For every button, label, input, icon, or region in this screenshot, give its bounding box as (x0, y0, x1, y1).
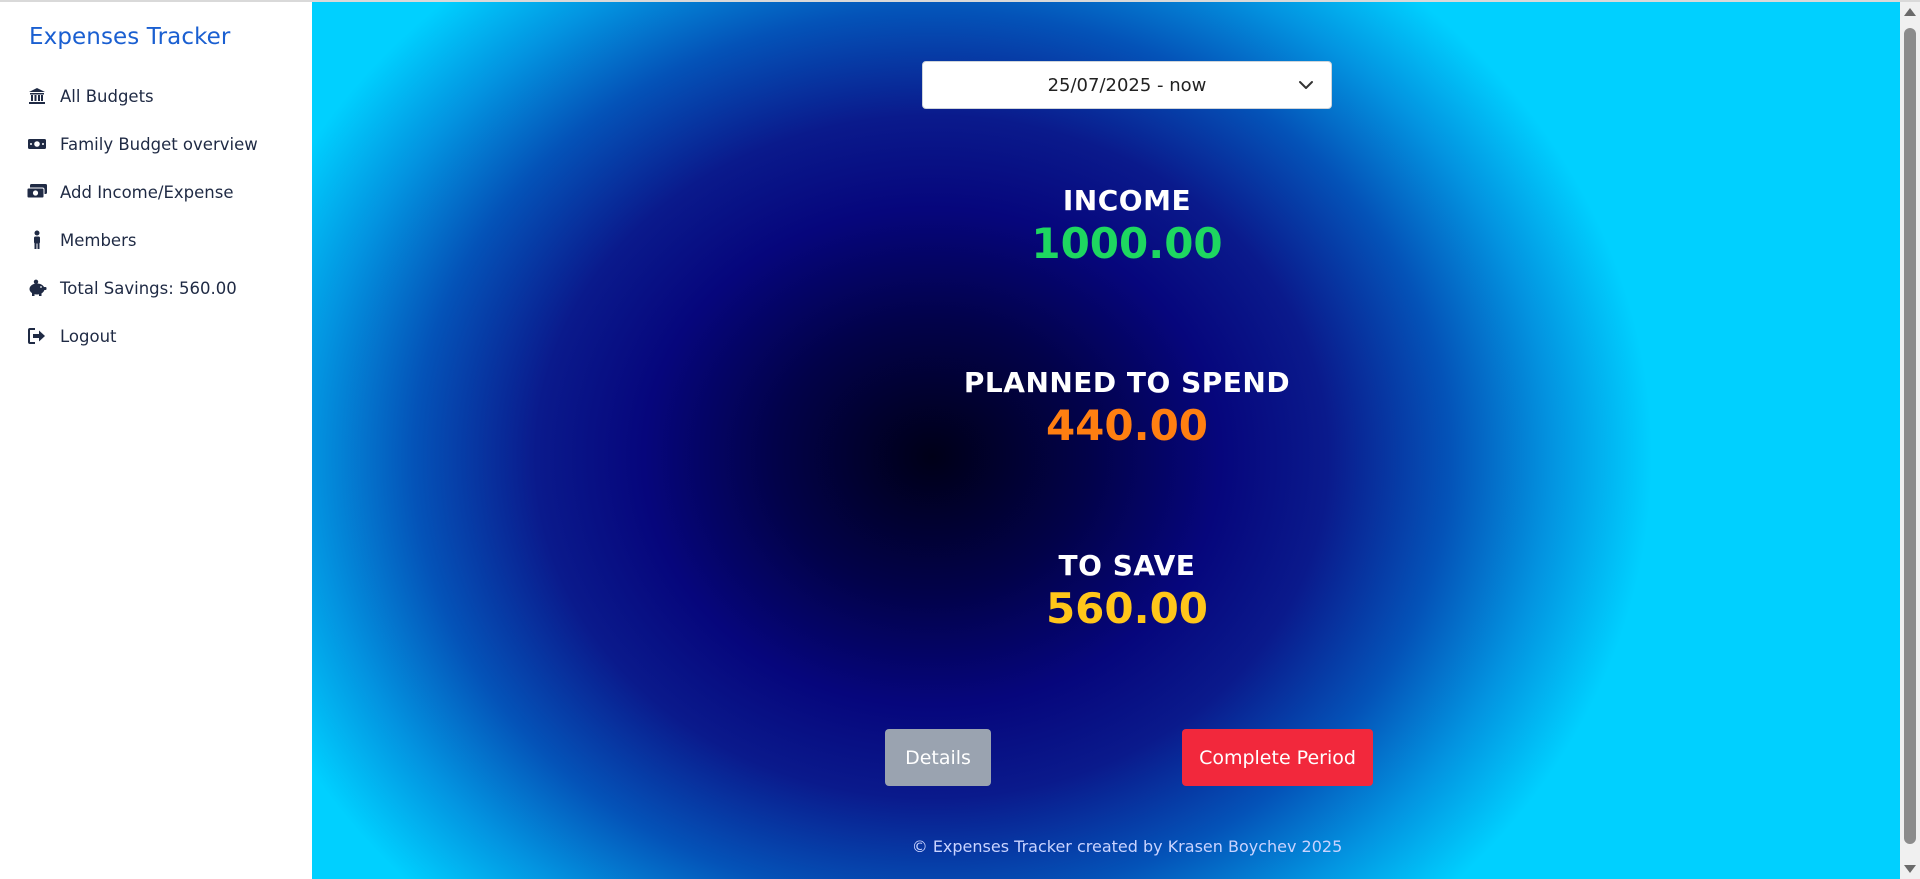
period-selected-value: 25/07/2025 - now (1047, 74, 1207, 96)
sidebar-nav: All Budgets Family Budget overview Add I… (0, 72, 312, 360)
dashboard-panel: 25/07/2025 - now INCOME 1000.00 PLANNED … (312, 2, 1900, 879)
income-label: INCOME (1062, 184, 1192, 217)
complete-period-button[interactable]: Complete Period (1182, 729, 1373, 786)
app-title[interactable]: Expenses Tracker (29, 24, 230, 50)
planned-spend-value: 440.00 (1045, 401, 1209, 450)
sidebar-item-label: Add Income/Expense (60, 182, 234, 202)
money-bill-icon (26, 134, 48, 154)
income-stat: INCOME 1000.00 (622, 184, 1632, 268)
footer-text: © Expenses Tracker created by Krasen Boy… (911, 837, 1343, 856)
planned-spend-label: PLANNED TO SPEND (963, 366, 1291, 399)
sidebar-item-total-savings[interactable]: Total Savings: 560.00 (0, 264, 312, 312)
sidebar: Expenses Tracker All Budgets Family Budg… (0, 2, 312, 879)
vertical-scrollbar[interactable] (1900, 2, 1920, 879)
sidebar-item-logout[interactable]: Logout (0, 312, 312, 360)
scroll-up-arrow-icon[interactable] (1904, 8, 1916, 16)
chevron-down-icon (1297, 76, 1315, 94)
bank-icon (26, 86, 48, 106)
person-icon (26, 230, 48, 250)
sidebar-item-family-budget-overview[interactable]: Family Budget overview (0, 120, 312, 168)
sidebar-item-label: Logout (60, 326, 117, 346)
to-save-value: 560.00 (1045, 584, 1209, 633)
money-bills-icon (26, 182, 48, 202)
details-button[interactable]: Details (885, 729, 991, 786)
piggy-bank-icon (26, 278, 48, 298)
to-save-stat: TO SAVE 560.00 (622, 549, 1632, 633)
sidebar-item-add-income-expense[interactable]: Add Income/Expense (0, 168, 312, 216)
sidebar-item-members[interactable]: Members (0, 216, 312, 264)
logout-icon (26, 326, 48, 346)
sidebar-item-label: Members (60, 230, 137, 250)
app-window: Expenses Tracker All Budgets Family Budg… (0, 0, 1920, 879)
planned-spend-stat: PLANNED TO SPEND 440.00 (622, 366, 1632, 450)
sidebar-item-all-budgets[interactable]: All Budgets (0, 72, 312, 120)
sidebar-item-label: Total Savings: 560.00 (60, 278, 237, 298)
period-select[interactable]: 25/07/2025 - now (922, 61, 1332, 109)
scroll-thumb[interactable] (1904, 28, 1916, 844)
to-save-label: TO SAVE (1058, 549, 1196, 582)
income-value: 1000.00 (1031, 219, 1223, 268)
scroll-down-arrow-icon[interactable] (1904, 865, 1916, 873)
sidebar-item-label: All Budgets (60, 86, 154, 106)
sidebar-item-label: Family Budget overview (60, 134, 258, 154)
